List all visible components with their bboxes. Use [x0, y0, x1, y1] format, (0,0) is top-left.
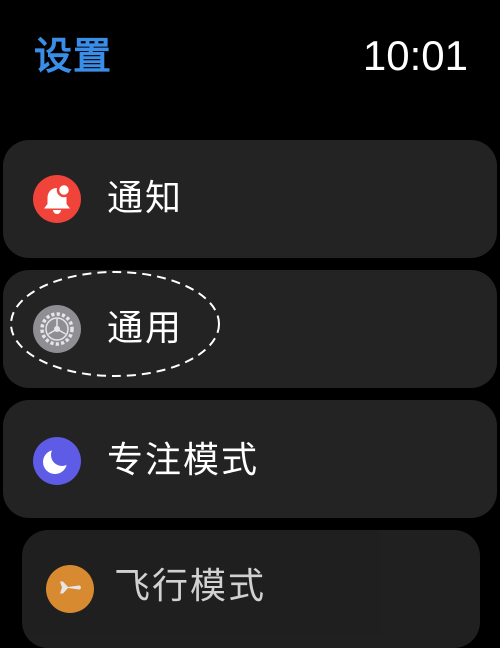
settings-item-airplane[interactable]: 飞行模式 — [22, 530, 480, 648]
settings-item-label: 通知 — [107, 178, 184, 219]
airplane-icon — [46, 565, 94, 613]
settings-item-label: 飞行模式 — [114, 566, 267, 607]
moon-icon — [33, 437, 81, 485]
settings-item-label: 专注模式 — [107, 440, 260, 481]
settings-item-focus[interactable]: 专注模式 — [3, 400, 497, 518]
bell-icon — [33, 175, 81, 223]
settings-item-general[interactable]: 通用 — [3, 270, 497, 388]
gear-icon — [33, 305, 81, 353]
settings-list: 通知 通用 专注模式 飞行模式 — [0, 0, 500, 648]
settings-item-notifications[interactable]: 通知 — [3, 140, 497, 258]
settings-item-label: 通用 — [107, 308, 184, 349]
